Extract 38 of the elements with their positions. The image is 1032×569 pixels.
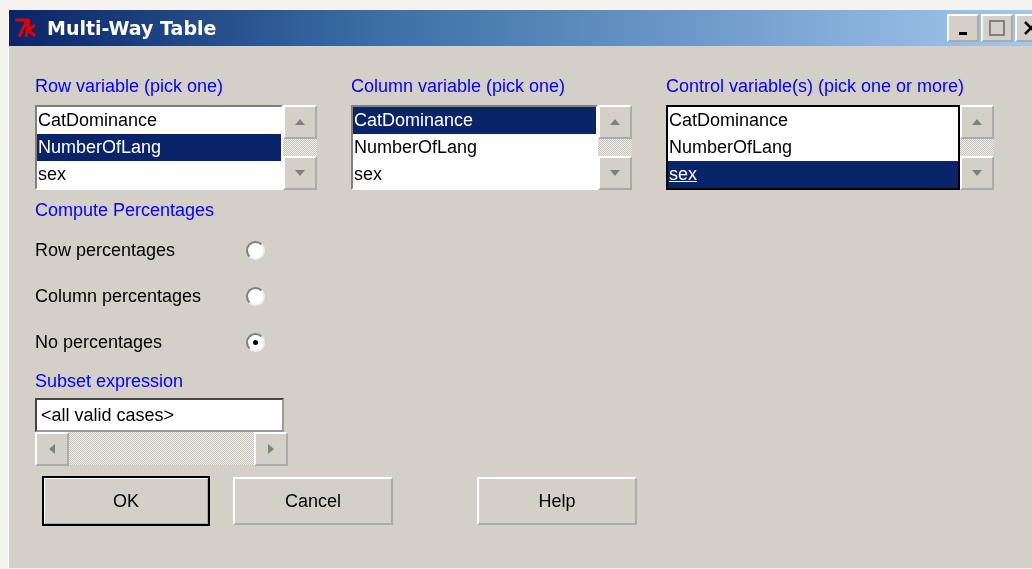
scroll-left-button[interactable] <box>35 432 69 466</box>
radio-button[interactable] <box>246 240 265 260</box>
scroll-down-button[interactable] <box>283 156 317 190</box>
listbox-label: Row variable (pick one) <box>35 76 225 97</box>
scroll-down-button[interactable] <box>960 156 994 190</box>
dialog-button[interactable]: Cancel <box>233 477 393 525</box>
section-label: Compute Percentages <box>35 200 216 221</box>
scroll-up-button[interactable] <box>598 105 632 139</box>
listbox-label: Column variable (pick one) <box>351 76 567 97</box>
variable-listbox[interactable]: CatDominance NumberOfLang sex <box>351 105 598 190</box>
list-item[interactable]: CatDominance <box>353 107 596 134</box>
vertical-scrollbar[interactable] <box>598 105 632 190</box>
radio-label: Column percentages <box>35 285 202 307</box>
listbox-label: Control variable(s) (pick one or more) <box>666 76 966 97</box>
radio-button[interactable] <box>246 332 265 352</box>
list-item[interactable]: NumberOfLang <box>37 134 281 161</box>
variable-listbox[interactable]: CatDominance NumberOfLang sex <box>35 105 283 190</box>
minimize-button[interactable] <box>947 14 979 42</box>
radio-button[interactable] <box>246 286 265 306</box>
scroll-right-button[interactable] <box>254 432 288 466</box>
section-label: Subset expression <box>35 371 185 392</box>
variable-listbox[interactable]: CatDominance NumberOfLang sex <box>666 105 960 190</box>
dialog-button[interactable]: OK <box>43 477 209 525</box>
radio-label: Row percentages <box>35 239 176 261</box>
vertical-scrollbar[interactable] <box>960 105 994 190</box>
minimize-icon <box>959 32 967 35</box>
scroll-up-button[interactable] <box>960 105 994 139</box>
dialog-button[interactable]: Help <box>477 477 637 525</box>
window-title: Multi-Way Table <box>47 17 218 39</box>
maximize-button[interactable] <box>981 14 1013 42</box>
scroll-up-button[interactable] <box>283 105 317 139</box>
vertical-scrollbar[interactable] <box>283 105 317 190</box>
subset-input-field[interactable]: <all valid cases> <box>35 398 284 432</box>
radio-label: No percentages <box>35 331 163 353</box>
maximize-icon <box>989 20 1005 36</box>
scroll-down-button[interactable] <box>598 156 632 190</box>
list-item[interactable]: sex <box>668 161 958 188</box>
horizontal-scrollbar[interactable] <box>35 432 288 465</box>
